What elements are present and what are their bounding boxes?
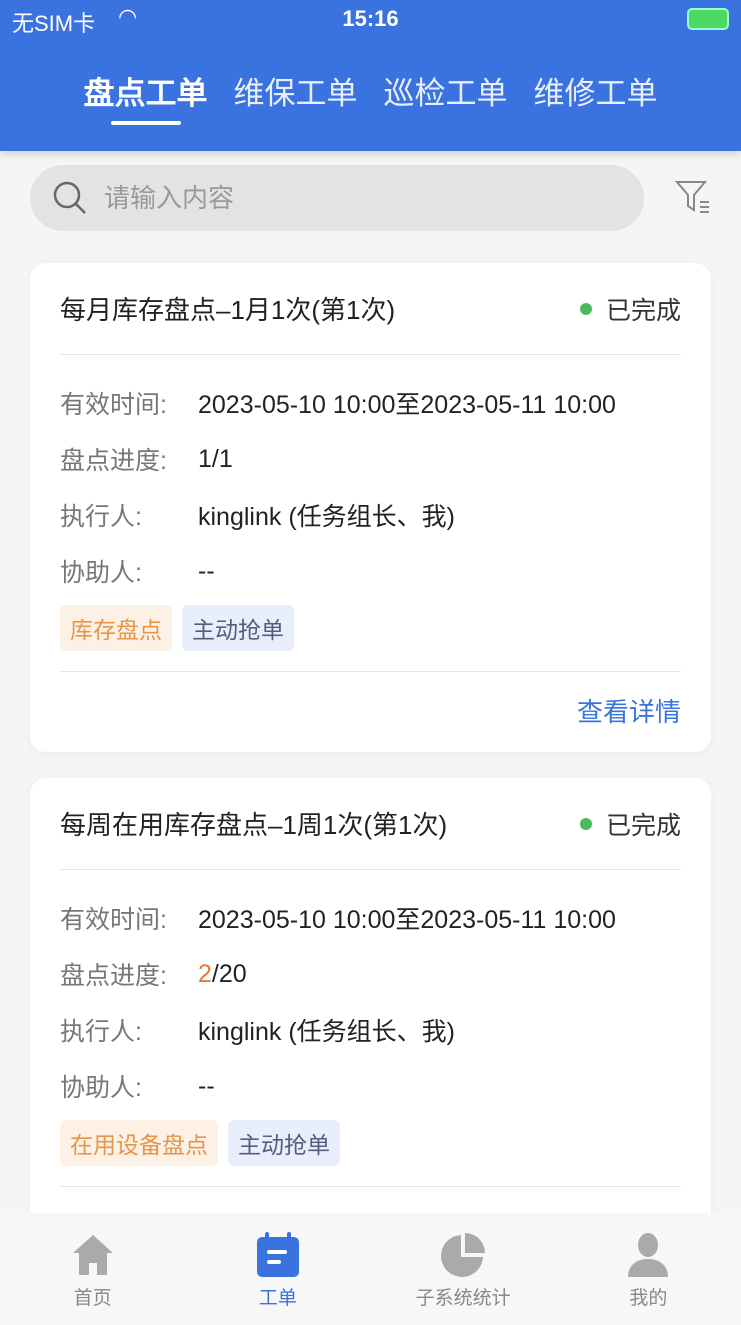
status-bar: 无SIM卡 ◠ 15:16 <box>12 4 729 36</box>
header: 无SIM卡 ◠ 15:16 盘点工单 维保工单 巡检工单 维修工单 <box>0 0 741 151</box>
field-value: 2023-05-10 10:00至2023-05-11 10:00 <box>198 906 616 934</box>
progress-done: 2 <box>198 959 212 988</box>
tabbar-mine[interactable]: 我的 <box>556 1213 741 1325</box>
bottom-tab-bar: 首页 工单 子系统统计 我的 <box>0 1213 741 1325</box>
tabbar-work-order[interactable]: 工单 <box>185 1213 370 1325</box>
tab-maintenance[interactable]: 维保工单 <box>234 68 358 113</box>
field-executor: 执行人: kinglink (任务组长、我) <box>60 487 681 543</box>
tab-inspection[interactable]: 巡检工单 <box>384 68 508 113</box>
card-title: 每周在用库存盘点–1周1次(第1次) <box>60 810 448 840</box>
status-text: 已完成 <box>605 811 681 840</box>
field-label: 执行人: <box>60 503 142 531</box>
card-title: 每月库存盘点–1月1次(第1次) <box>60 295 396 325</box>
tabbar-statistics[interactable]: 子系统统计 <box>371 1213 556 1325</box>
field-label: 协助人: <box>60 559 142 587</box>
tag: 库存盘点 <box>60 605 172 651</box>
search-bar[interactable] <box>30 165 644 231</box>
user-icon <box>628 1233 669 1277</box>
field-valid-time: 有效时间: 2023-05-10 10:00至2023-05-11 10:00 <box>60 890 681 946</box>
field-progress: 盘点进度: 2/20 <box>60 946 681 1002</box>
work-order-card[interactable]: 每周在用库存盘点–1周1次(第1次) 已完成 有效时间: 2023-05-10 10… <box>30 778 711 1267</box>
tag: 主动抢单 <box>228 1120 340 1166</box>
field-value: 2023-05-10 10:00至2023-05-11 10:00 <box>198 391 616 419</box>
tag: 主动抢单 <box>182 605 294 651</box>
tab-bar-top: 盘点工单 维保工单 巡检工单 维修工单 <box>0 68 741 125</box>
pie-chart-icon <box>441 1233 486 1277</box>
tabbar-label: 首页 <box>73 1288 112 1309</box>
status-badge: 已完成 <box>579 806 681 842</box>
field-value: kinglink (任务组长、我) <box>198 1018 455 1046</box>
view-details-link[interactable]: 查看详情 <box>60 672 681 752</box>
tab-inventory[interactable]: 盘点工单 <box>84 68 208 125</box>
field-label: 有效时间: <box>60 906 167 934</box>
field-value: -- <box>198 556 215 585</box>
status-badge: 已完成 <box>579 291 681 327</box>
home-icon <box>72 1235 113 1275</box>
status-dot <box>579 302 592 315</box>
field-value: kinglink (任务组长、我) <box>198 503 455 531</box>
field-progress: 盘点进度: 1/1 <box>60 431 681 487</box>
field-value: -- <box>198 1071 215 1100</box>
search-input[interactable] <box>104 182 584 214</box>
field-assistant: 协助人: -- <box>60 543 681 599</box>
progress-done: 1 <box>198 444 212 473</box>
field-label: 执行人: <box>60 1018 142 1046</box>
status-dot <box>579 817 592 830</box>
tabbar-label: 工单 <box>258 1288 297 1309</box>
field-label: 盘点进度: <box>60 962 167 990</box>
tabbar-label: 我的 <box>629 1288 668 1309</box>
work-order-card[interactable]: 每月库存盘点–1月1次(第1次) 已完成 有效时间: 2023-05-10 10:0… <box>30 263 711 752</box>
field-label: 协助人: <box>60 1074 142 1102</box>
field-valid-time: 有效时间: 2023-05-10 10:00至2023-05-11 10:00 <box>60 375 681 431</box>
search-icon <box>53 181 86 214</box>
filter-icon[interactable] <box>674 178 712 216</box>
progress-total: /1 <box>211 444 233 473</box>
progress-total: /20 <box>211 959 247 988</box>
field-label: 盘点进度: <box>60 447 167 475</box>
tab-repair[interactable]: 维修工单 <box>534 68 658 113</box>
tag: 在用设备盘点 <box>60 1120 218 1166</box>
clock: 15:16 <box>342 6 399 31</box>
battery-icon <box>687 8 729 30</box>
work-order-icon <box>256 1232 299 1277</box>
tabbar-label: 子系统统计 <box>415 1288 511 1309</box>
field-label: 有效时间: <box>60 391 167 419</box>
field-executor: 执行人: kinglink (任务组长、我) <box>60 1002 681 1058</box>
field-assistant: 协助人: -- <box>60 1058 681 1114</box>
status-text: 已完成 <box>605 296 681 325</box>
tabbar-home[interactable]: 首页 <box>0 1213 185 1325</box>
